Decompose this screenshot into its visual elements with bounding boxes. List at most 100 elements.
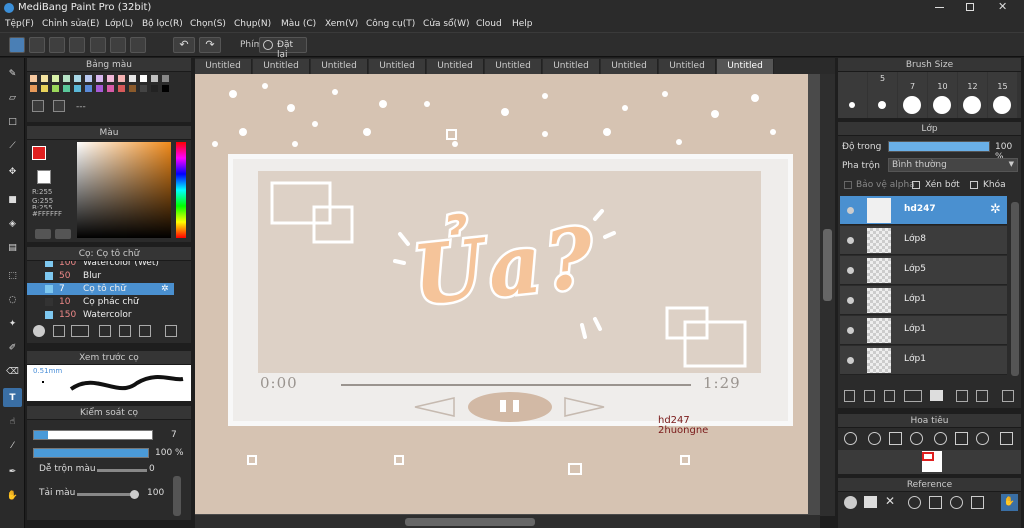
minimize-icon[interactable] xyxy=(935,7,944,8)
brush-size-value[interactable]: 7 xyxy=(171,430,177,440)
brush-item[interactable]: 50 Blur xyxy=(27,270,174,282)
brush-size-option[interactable]: 10 xyxy=(928,72,957,118)
brush-item[interactable]: 7 Cọ tô chữ ✲ xyxy=(27,283,174,295)
text-tool-icon[interactable]: T xyxy=(3,388,22,407)
magic-wand-icon[interactable]: ✦ xyxy=(3,314,22,333)
duplicate-layer-icon[interactable] xyxy=(956,390,968,402)
add-brush-icon[interactable] xyxy=(33,325,45,337)
brush-size-option[interactable]: 5 xyxy=(868,72,897,118)
horizontal-scrollbar[interactable] xyxy=(195,515,820,528)
flip-icon[interactable] xyxy=(1000,432,1013,445)
brush-delete-icon[interactable] xyxy=(165,325,177,337)
palette-swatch[interactable] xyxy=(52,75,59,82)
ref-zoom-out-icon[interactable] xyxy=(950,496,963,509)
opacity-value[interactable]: 100 % xyxy=(155,448,184,458)
layer-folder-icon[interactable] xyxy=(930,390,943,401)
share-icon[interactable] xyxy=(29,37,45,53)
tab-untitled[interactable]: Untitled xyxy=(427,59,484,74)
palette-swatch[interactable] xyxy=(96,85,103,92)
layer-blend-select[interactable]: Bình thường ▼ xyxy=(888,158,1018,172)
line-tool-icon[interactable]: ⟋ xyxy=(3,136,22,155)
move-tool-icon[interactable]: ✥ xyxy=(3,162,22,181)
eyedropper-icon[interactable]: ✒ xyxy=(3,462,22,481)
protect-alpha-checkbox[interactable] xyxy=(844,181,852,189)
eye-icon[interactable] xyxy=(847,237,854,244)
tab-untitled[interactable]: Untitled xyxy=(195,59,252,74)
ref-cloud-icon[interactable] xyxy=(844,496,857,509)
navigator-thumbnail[interactable] xyxy=(838,450,1021,474)
eye-icon[interactable] xyxy=(847,327,854,334)
palette-swatch[interactable] xyxy=(107,85,114,92)
hand-tool-icon[interactable]: ✋ xyxy=(3,486,22,505)
palette-swatch[interactable] xyxy=(162,75,169,82)
tab-untitled[interactable]: Untitled xyxy=(659,59,716,74)
tab-untitled[interactable]: Untitled xyxy=(369,59,426,74)
color-picker-square[interactable] xyxy=(77,142,171,238)
gradient-tool-icon[interactable]: ▤ xyxy=(3,238,22,257)
palette-swatch[interactable] xyxy=(30,85,37,92)
palette-swatch[interactable] xyxy=(30,75,37,82)
select-pen-icon[interactable]: ✐ xyxy=(3,338,22,357)
vertical-scrollbar[interactable] xyxy=(820,74,835,516)
new-8bit-layer-icon[interactable] xyxy=(884,390,895,402)
hue-slider[interactable] xyxy=(176,142,186,238)
brush-size-option[interactable]: 7 xyxy=(898,72,927,118)
brush-size-slider[interactable] xyxy=(33,430,153,440)
rotate-right-icon[interactable] xyxy=(976,432,989,445)
palette-swatch[interactable] xyxy=(63,85,70,92)
table-icon[interactable] xyxy=(130,37,146,53)
brush-settings-icon[interactable] xyxy=(53,325,65,337)
gear-icon[interactable]: ✲ xyxy=(161,283,169,295)
brush-control-scrollbar[interactable] xyxy=(173,476,181,516)
rotate-left-icon[interactable] xyxy=(934,432,947,445)
ref-zoom-in-icon[interactable] xyxy=(908,496,921,509)
layer-row[interactable]: Lớp1 xyxy=(840,316,1007,345)
palette-swatch[interactable] xyxy=(85,85,92,92)
tab-untitled[interactable]: Untitled xyxy=(601,59,658,74)
brush-size-option[interactable]: 15 xyxy=(988,72,1017,118)
palette-swatch[interactable] xyxy=(41,75,48,82)
eye-icon[interactable] xyxy=(847,267,854,274)
close-icon[interactable]: ✕ xyxy=(998,0,1007,13)
eraser-tool-icon[interactable]: ▱ xyxy=(3,88,22,107)
delete-layer-icon[interactable] xyxy=(1002,390,1014,402)
clip-checkbox[interactable] xyxy=(912,181,920,189)
ink-slider[interactable] xyxy=(77,490,139,499)
fill-rect-tool-icon[interactable]: ■ xyxy=(3,190,22,209)
menu-file[interactable]: Tệp(F) xyxy=(5,19,34,29)
ref-rotate-icon[interactable] xyxy=(971,496,984,509)
zoom-out-icon[interactable] xyxy=(910,432,923,445)
eye-icon[interactable] xyxy=(847,357,854,364)
chat-icon[interactable] xyxy=(69,37,85,53)
delete-palette-icon[interactable] xyxy=(53,100,65,112)
tab-untitled[interactable]: Untitled xyxy=(253,59,310,74)
blend-slider[interactable] xyxy=(97,469,147,472)
fit-icon[interactable] xyxy=(889,432,902,445)
lasso-tool-icon[interactable]: ◌ xyxy=(3,290,22,309)
brush-duplicate-icon[interactable] xyxy=(139,325,151,337)
zoom-in-icon[interactable] xyxy=(844,432,857,445)
undo-icon[interactable]: ↶ xyxy=(173,37,195,53)
bucket-tool-icon[interactable]: ◈ xyxy=(3,214,22,233)
menu-capture[interactable]: Chụp(N) xyxy=(234,19,271,29)
ref-open-icon[interactable] xyxy=(864,496,877,508)
palette-more[interactable]: --- xyxy=(76,102,86,112)
palette-swatch[interactable] xyxy=(41,85,48,92)
tab-untitled[interactable]: Untitled xyxy=(717,59,774,74)
select-eraser-icon[interactable]: ⌫ xyxy=(3,362,22,381)
new-halftone-layer-icon[interactable] xyxy=(864,390,875,402)
palette-swatch[interactable] xyxy=(63,75,70,82)
palette-swatch[interactable] xyxy=(151,75,158,82)
palette-swatch[interactable] xyxy=(85,75,92,82)
tab-untitled[interactable]: Untitled xyxy=(311,59,368,74)
menu-tools[interactable]: Công cụ(T) xyxy=(366,19,415,29)
cloud-icon[interactable] xyxy=(9,37,25,53)
rectangle-tool-icon[interactable]: □ xyxy=(3,112,22,131)
layer-row[interactable]: Lớp1 xyxy=(840,286,1007,315)
palette-swatch[interactable] xyxy=(74,85,81,92)
palette-swatch[interactable] xyxy=(107,75,114,82)
palette-swatch[interactable] xyxy=(151,85,158,92)
palette-swatch[interactable] xyxy=(140,85,147,92)
list-icon[interactable] xyxy=(110,37,126,53)
palette-swatch[interactable] xyxy=(52,85,59,92)
